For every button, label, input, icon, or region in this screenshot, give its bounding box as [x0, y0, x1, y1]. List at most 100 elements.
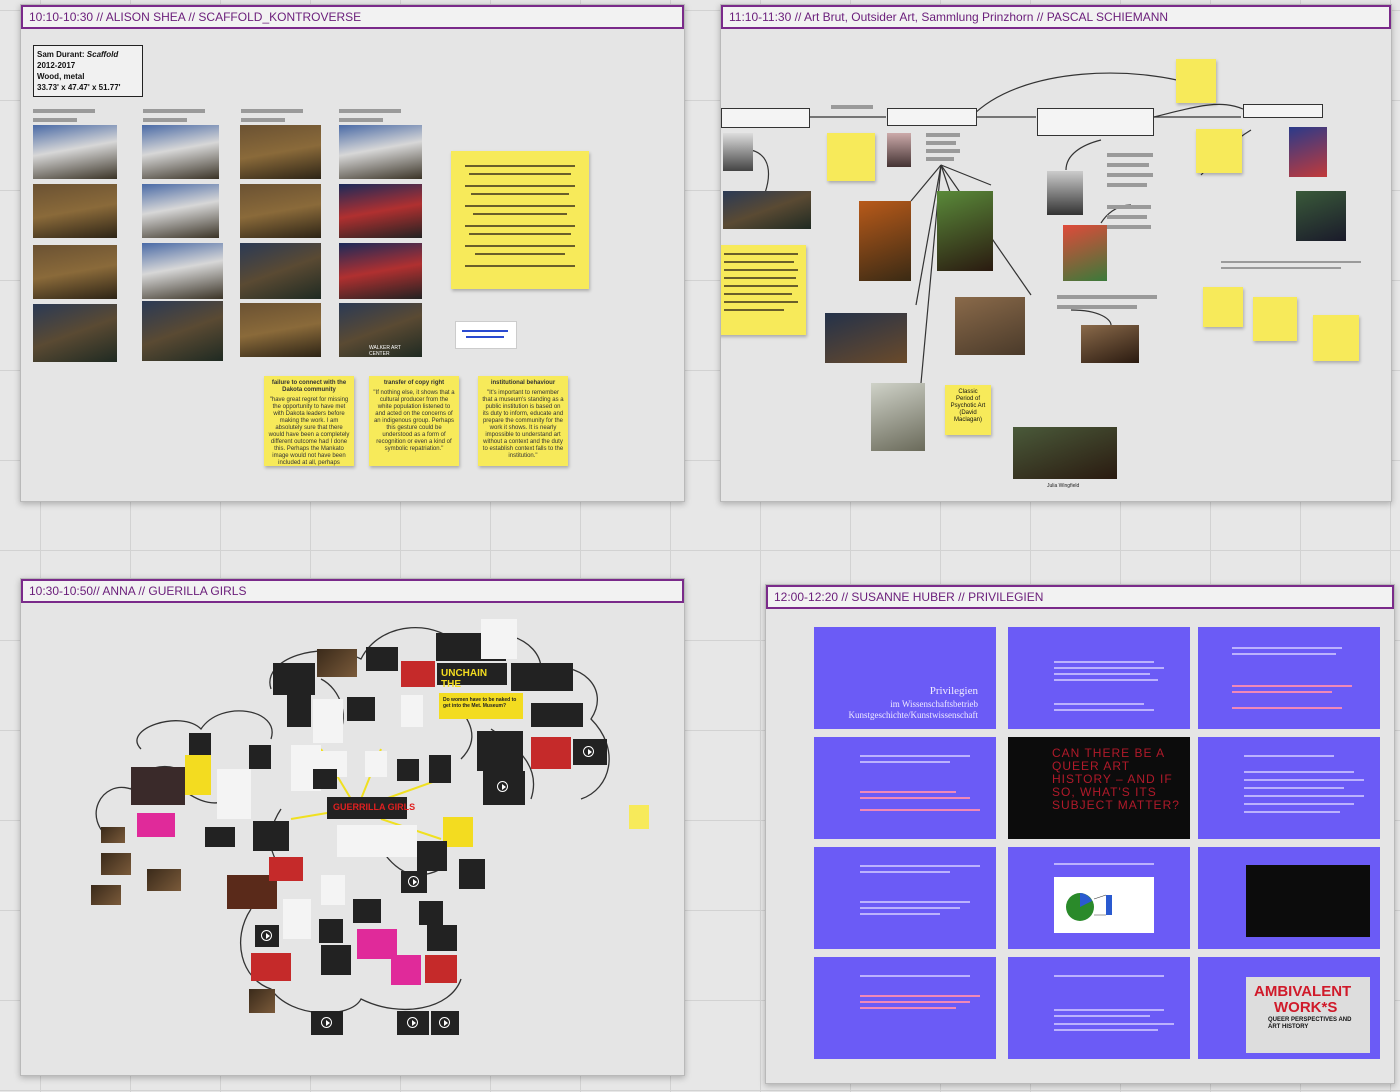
- slide-text[interactable]: [1198, 627, 1380, 729]
- node-museum[interactable]: [1243, 104, 1323, 118]
- sticky-note-small[interactable]: [1176, 59, 1216, 103]
- artwork-caption[interactable]: Sam Durant: Scaffold 2012-2017 Wood, met…: [33, 45, 143, 97]
- play-icon[interactable]: [439, 1017, 450, 1028]
- scaffold-photo[interactable]: [33, 304, 117, 362]
- poster-thumbnail[interactable]: [319, 919, 343, 943]
- poster-thumbnail[interactable]: [249, 989, 275, 1013]
- poster-thumbnail[interactable]: [283, 899, 311, 939]
- poster-thumbnail[interactable]: [249, 745, 271, 769]
- scaffold-photo[interactable]: [240, 125, 321, 179]
- poster-thumbnail[interactable]: [397, 759, 419, 781]
- sticky-note-institution[interactable]: institutional behaviour "It's important …: [478, 376, 568, 466]
- sticky-note-small[interactable]: [1203, 287, 1243, 327]
- raw-magazine[interactable]: [1289, 127, 1327, 177]
- artwork-image[interactable]: [859, 201, 911, 281]
- artwork-image[interactable]: [937, 191, 993, 271]
- poster-thumbnail[interactable]: [531, 703, 583, 727]
- slide-title[interactable]: Privilegien im Wissenschaftsbetrieb Kuns…: [814, 627, 996, 729]
- play-icon[interactable]: [407, 1017, 418, 1028]
- video-thumbnail[interactable]: [573, 739, 607, 765]
- scaffold-photo[interactable]: [33, 125, 117, 179]
- poster-thumbnail[interactable]: [401, 661, 435, 687]
- book-cover[interactable]: AMBIVALENT WORK*S QUEER PERSPECTIVES AND…: [1246, 977, 1370, 1053]
- sticky-note-chronology[interactable]: [451, 151, 589, 289]
- scaffold-photo[interactable]: [240, 243, 321, 299]
- slide-text[interactable]: [814, 957, 996, 1059]
- poster-thumbnail[interactable]: [253, 821, 289, 851]
- poster-thumbnail[interactable]: [131, 767, 185, 805]
- play-icon[interactable]: [408, 876, 419, 887]
- poster-thumbnail[interactable]: [477, 731, 523, 771]
- poster-thumbnail[interactable]: [217, 769, 251, 819]
- poster-thumbnail[interactable]: [531, 737, 571, 769]
- scaffold-photo[interactable]: [240, 303, 321, 357]
- scaffold-photo[interactable]: [142, 125, 219, 179]
- poster-thumbnail[interactable]: [481, 619, 517, 659]
- sticky-note-quote[interactable]: [721, 245, 806, 335]
- scaffold-photo[interactable]: [33, 184, 117, 238]
- video-thumbnail[interactable]: [255, 925, 279, 947]
- video-thumbnail[interactable]: [431, 1011, 459, 1035]
- portrait-photo[interactable]: [1047, 171, 1083, 215]
- poster-thumbnail[interactable]: [353, 899, 381, 923]
- play-icon[interactable]: [261, 930, 272, 941]
- link-card[interactable]: [455, 321, 517, 349]
- artwork-image[interactable]: [825, 313, 907, 363]
- poster-thumbnail[interactable]: [91, 885, 121, 905]
- slide-text[interactable]: [1008, 627, 1190, 729]
- scaffold-photo[interactable]: [33, 245, 117, 299]
- frame-title-huber[interactable]: 12:00-12:20 // SUSANNE HUBER // PRIVILEG…: [766, 585, 1394, 609]
- poster-thumbnail[interactable]: [347, 697, 375, 721]
- poster-thumbnail[interactable]: [401, 695, 423, 727]
- poster-thumbnail[interactable]: [251, 953, 291, 981]
- poster-thumbnail[interactable]: [365, 751, 387, 777]
- artwork-image[interactable]: [955, 297, 1025, 355]
- scaffold-photo[interactable]: [142, 301, 223, 361]
- artwork-image[interactable]: [871, 383, 925, 451]
- sticky-note-small[interactable]: [1196, 129, 1242, 173]
- node-outsider[interactable]: [1037, 108, 1154, 136]
- poster-thumbnail[interactable]: [101, 853, 131, 875]
- slide-text[interactable]: [814, 847, 996, 949]
- poster-thumbnail[interactable]: [321, 875, 345, 905]
- sticky-note-psychotic[interactable]: Classic Period of Psychotic Art (David M…: [945, 385, 991, 435]
- unchain-banner[interactable]: UNCHAIN THE: [437, 663, 507, 690]
- museum-photo[interactable]: [1013, 427, 1117, 479]
- poster-thumbnail[interactable]: [429, 755, 451, 783]
- dark-text-image[interactable]: [1246, 865, 1370, 937]
- play-icon[interactable]: [321, 1017, 332, 1028]
- sticky-note-small[interactable]: [1313, 315, 1359, 361]
- frame-shea[interactable]: 10:10-10:30 // ALISON SHEA // SCAFFOLD_K…: [20, 4, 685, 502]
- poster-thumbnail[interactable]: [511, 663, 573, 691]
- video-thumbnail[interactable]: [401, 871, 427, 893]
- scaffold-photo[interactable]: [142, 243, 223, 299]
- poster-thumbnail[interactable]: [391, 955, 421, 985]
- sticky-note-copyright[interactable]: transfer of copy right "If nothing else,…: [369, 376, 459, 466]
- slide-text[interactable]: [814, 737, 996, 839]
- node-definition[interactable]: [721, 108, 810, 128]
- slide-text[interactable]: [1008, 957, 1190, 1059]
- scaffold-photo[interactable]: [142, 184, 219, 238]
- poster-thumbnail[interactable]: [101, 827, 125, 843]
- poster-thumbnail[interactable]: [321, 945, 351, 975]
- poster-thumbnail[interactable]: [185, 755, 211, 795]
- frame-huber[interactable]: 12:00-12:20 // SUSANNE HUBER // PRIVILEG…: [765, 584, 1395, 1084]
- scaffold-photo[interactable]: [339, 125, 422, 179]
- museum-photo[interactable]: [1081, 325, 1139, 363]
- scaffold-photo[interactable]: [339, 184, 422, 238]
- frame-anna[interactable]: 10:30-10:50// ANNA // GUERILLA GIRLS UNC…: [20, 578, 685, 1076]
- slide-dark-text[interactable]: [1198, 847, 1380, 949]
- scaffold-photo[interactable]: [339, 243, 422, 299]
- sticky-note-small[interactable]: [827, 133, 875, 181]
- poster-thumbnail[interactable]: [317, 649, 357, 677]
- frame-title-shea[interactable]: 10:10-10:30 // ALISON SHEA // SCAFFOLD_K…: [21, 5, 684, 29]
- group-photo[interactable]: [723, 191, 811, 229]
- video-thumbnail[interactable]: [311, 1011, 343, 1035]
- poster-thumbnail[interactable]: [269, 857, 303, 881]
- artwork-image[interactable]: [1063, 225, 1107, 281]
- poster-thumbnail[interactable]: [287, 689, 311, 727]
- scaffold-photo[interactable]: WALKER ART CENTER: [339, 303, 422, 357]
- node-prinzhorn[interactable]: [887, 108, 977, 126]
- yellow-sticky-marker[interactable]: [629, 805, 649, 829]
- poster-thumbnail[interactable]: [425, 955, 457, 983]
